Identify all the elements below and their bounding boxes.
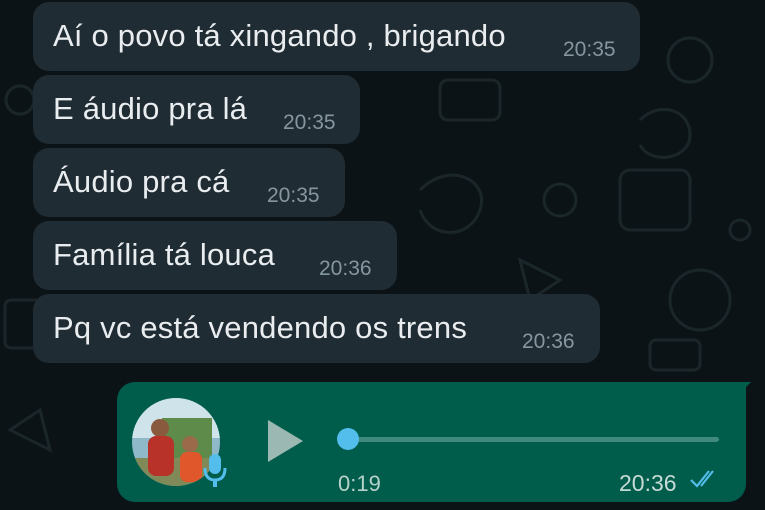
message-time: 20:35 [563, 38, 616, 61]
voice-time: 20:36 [619, 470, 677, 496]
message-text: Pq vc está vendendo os trens [53, 310, 468, 345]
message-time: 20:35 [267, 184, 320, 207]
play-icon[interactable] [265, 418, 305, 464]
message-bubble-3[interactable]: Áudio pra cá 20:35 [33, 148, 345, 217]
audio-progress-handle[interactable] [337, 428, 359, 450]
message-time: 20:36 [522, 330, 575, 353]
message-bubble-1[interactable]: Aí o povo tá xingando , brigando 20:35 [33, 2, 640, 71]
voice-message-bubble[interactable]: 0:19 20:36 [117, 382, 746, 502]
message-bubble-5[interactable]: Pq vc está vendendo os trens 20:36 [33, 294, 600, 363]
microphone-icon [203, 454, 227, 487]
audio-progress-track[interactable] [347, 437, 719, 442]
double-check-icon [690, 470, 714, 488]
message-bubble-4[interactable]: Família tá louca 20:36 [33, 221, 397, 290]
message-time: 20:35 [283, 111, 336, 134]
message-time: 20:36 [319, 257, 372, 280]
message-text: E áudio pra lá [53, 91, 248, 126]
message-text: Família tá louca [53, 237, 276, 272]
message-text: Áudio pra cá [53, 164, 230, 199]
message-text: Aí o povo tá xingando , brigando [53, 18, 506, 53]
message-bubble-2[interactable]: E áudio pra lá 20:35 [33, 75, 360, 144]
voice-duration: 0:19 [338, 471, 381, 496]
